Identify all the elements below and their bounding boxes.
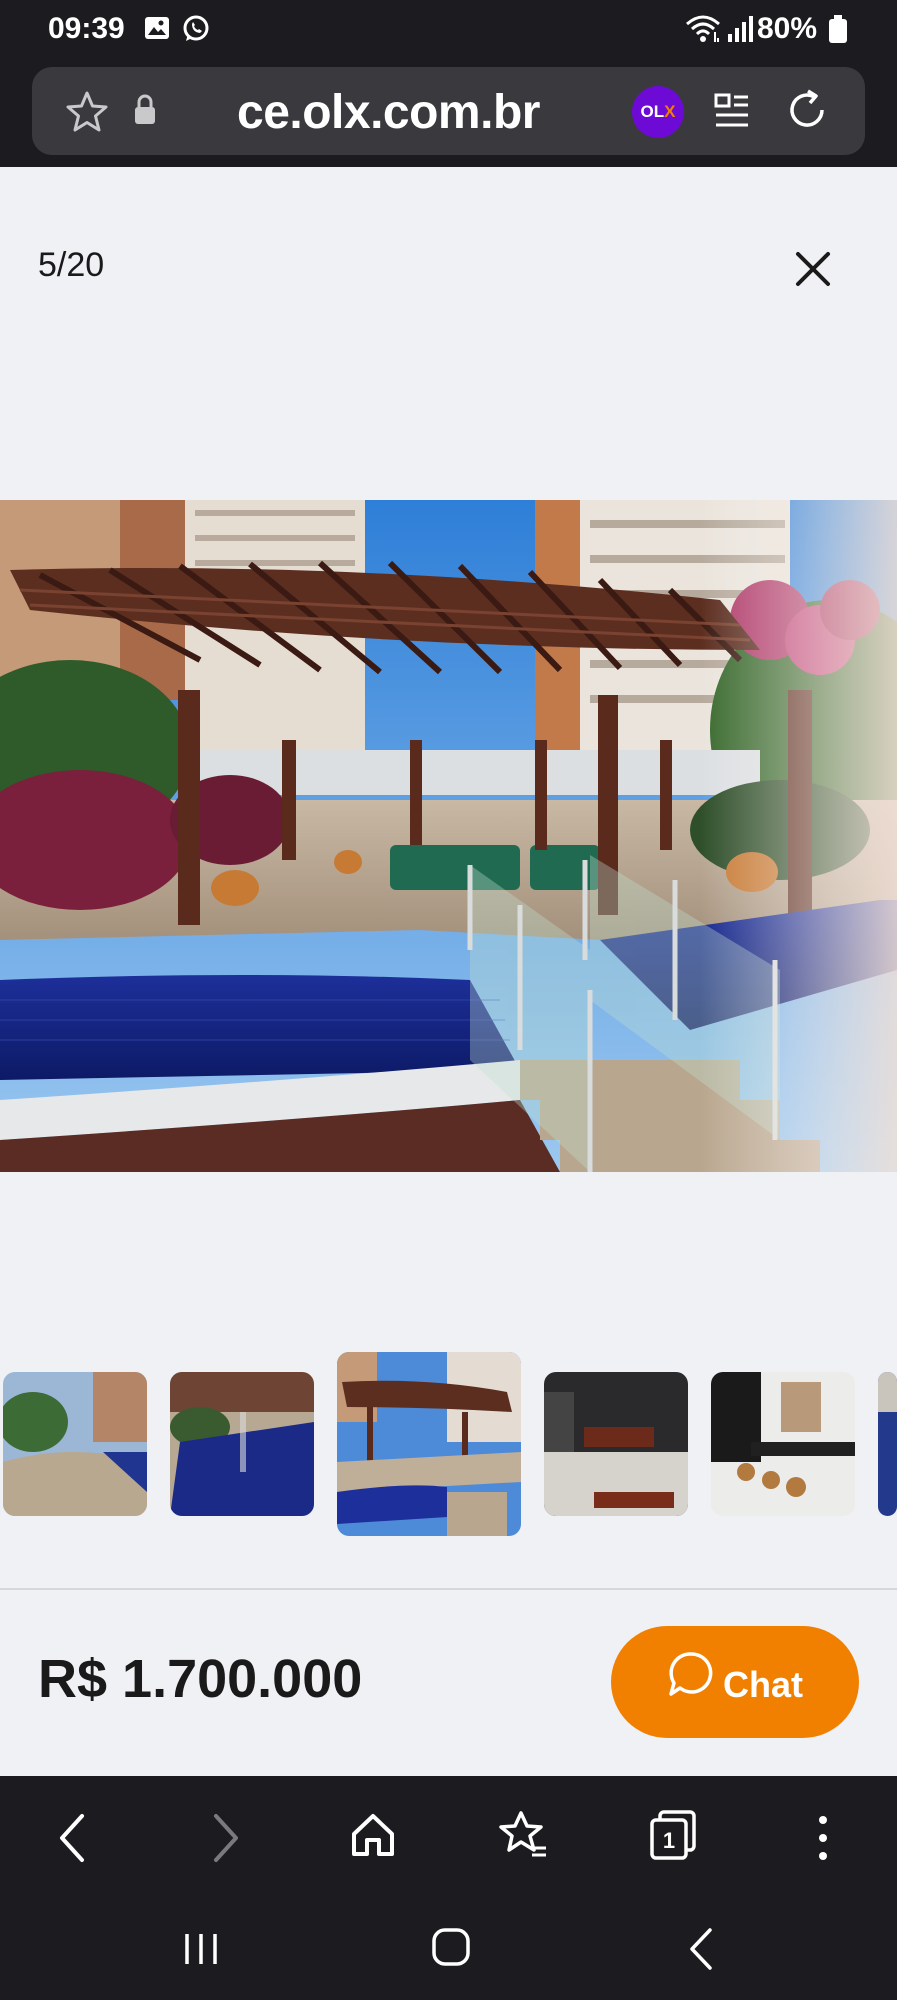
home-icon[interactable]: [348, 1810, 398, 1860]
thumbnail-3-selected[interactable]: [337, 1352, 521, 1536]
main-listing-photo[interactable]: [0, 500, 897, 1172]
whatsapp-notification-icon: [183, 15, 209, 41]
system-home-icon[interactable]: [428, 1924, 474, 1970]
recent-apps-icon[interactable]: [178, 1926, 224, 1972]
olx-badge-prefix: OL: [640, 102, 665, 121]
signal-icon: [728, 16, 753, 42]
thumbnail-5[interactable]: [711, 1372, 855, 1516]
reload-icon[interactable]: [784, 87, 830, 133]
bookmark-star-icon[interactable]: [64, 89, 110, 135]
address-bar[interactable]: ce.olx.com.br OLX: [32, 67, 865, 155]
tabs-icon[interactable]: 1: [648, 1808, 698, 1860]
battery-icon: [829, 15, 847, 43]
listing-price: R$ 1.700.000: [38, 1649, 363, 1709]
chat-label: Chat: [723, 1664, 803, 1705]
lock-icon: [135, 94, 155, 124]
system-navigation-bar: [0, 1906, 897, 2000]
olx-badge-suffix: X: [664, 102, 676, 121]
svg-text:1: 1: [663, 1828, 675, 1853]
thumbnail-6[interactable]: [878, 1372, 897, 1516]
gallery-notification-icon: [145, 17, 169, 39]
status-bar: 09:39 80%: [0, 0, 897, 60]
chat-button[interactable]: Chat: [611, 1626, 859, 1738]
thumbnail-2[interactable]: [170, 1372, 314, 1516]
system-back-icon[interactable]: [682, 1924, 722, 1974]
wifi-icon: [686, 15, 720, 42]
close-icon[interactable]: [788, 244, 838, 294]
reader-mode-icon[interactable]: [712, 91, 752, 131]
menu-dots-icon[interactable]: [808, 1808, 838, 1868]
photo-counter: 5/20: [38, 246, 105, 284]
thumbnail-4[interactable]: [544, 1372, 688, 1516]
status-time: 09:39: [48, 12, 125, 45]
thumbnail-1[interactable]: [3, 1372, 147, 1516]
forward-icon[interactable]: [206, 1808, 246, 1868]
battery-percent: 80%: [756, 12, 817, 45]
olx-extension-icon[interactable]: OLX: [632, 86, 684, 138]
chat-bubble-icon: [669, 1652, 713, 1696]
back-icon[interactable]: [52, 1808, 92, 1868]
bookmarks-icon[interactable]: [496, 1808, 550, 1862]
browser-bottom-nav: 1: [0, 1776, 897, 1906]
url-text[interactable]: ce.olx.com.br: [237, 85, 540, 140]
browser-toolbar: ce.olx.com.br OLX: [0, 60, 897, 167]
divider: [0, 1588, 897, 1590]
